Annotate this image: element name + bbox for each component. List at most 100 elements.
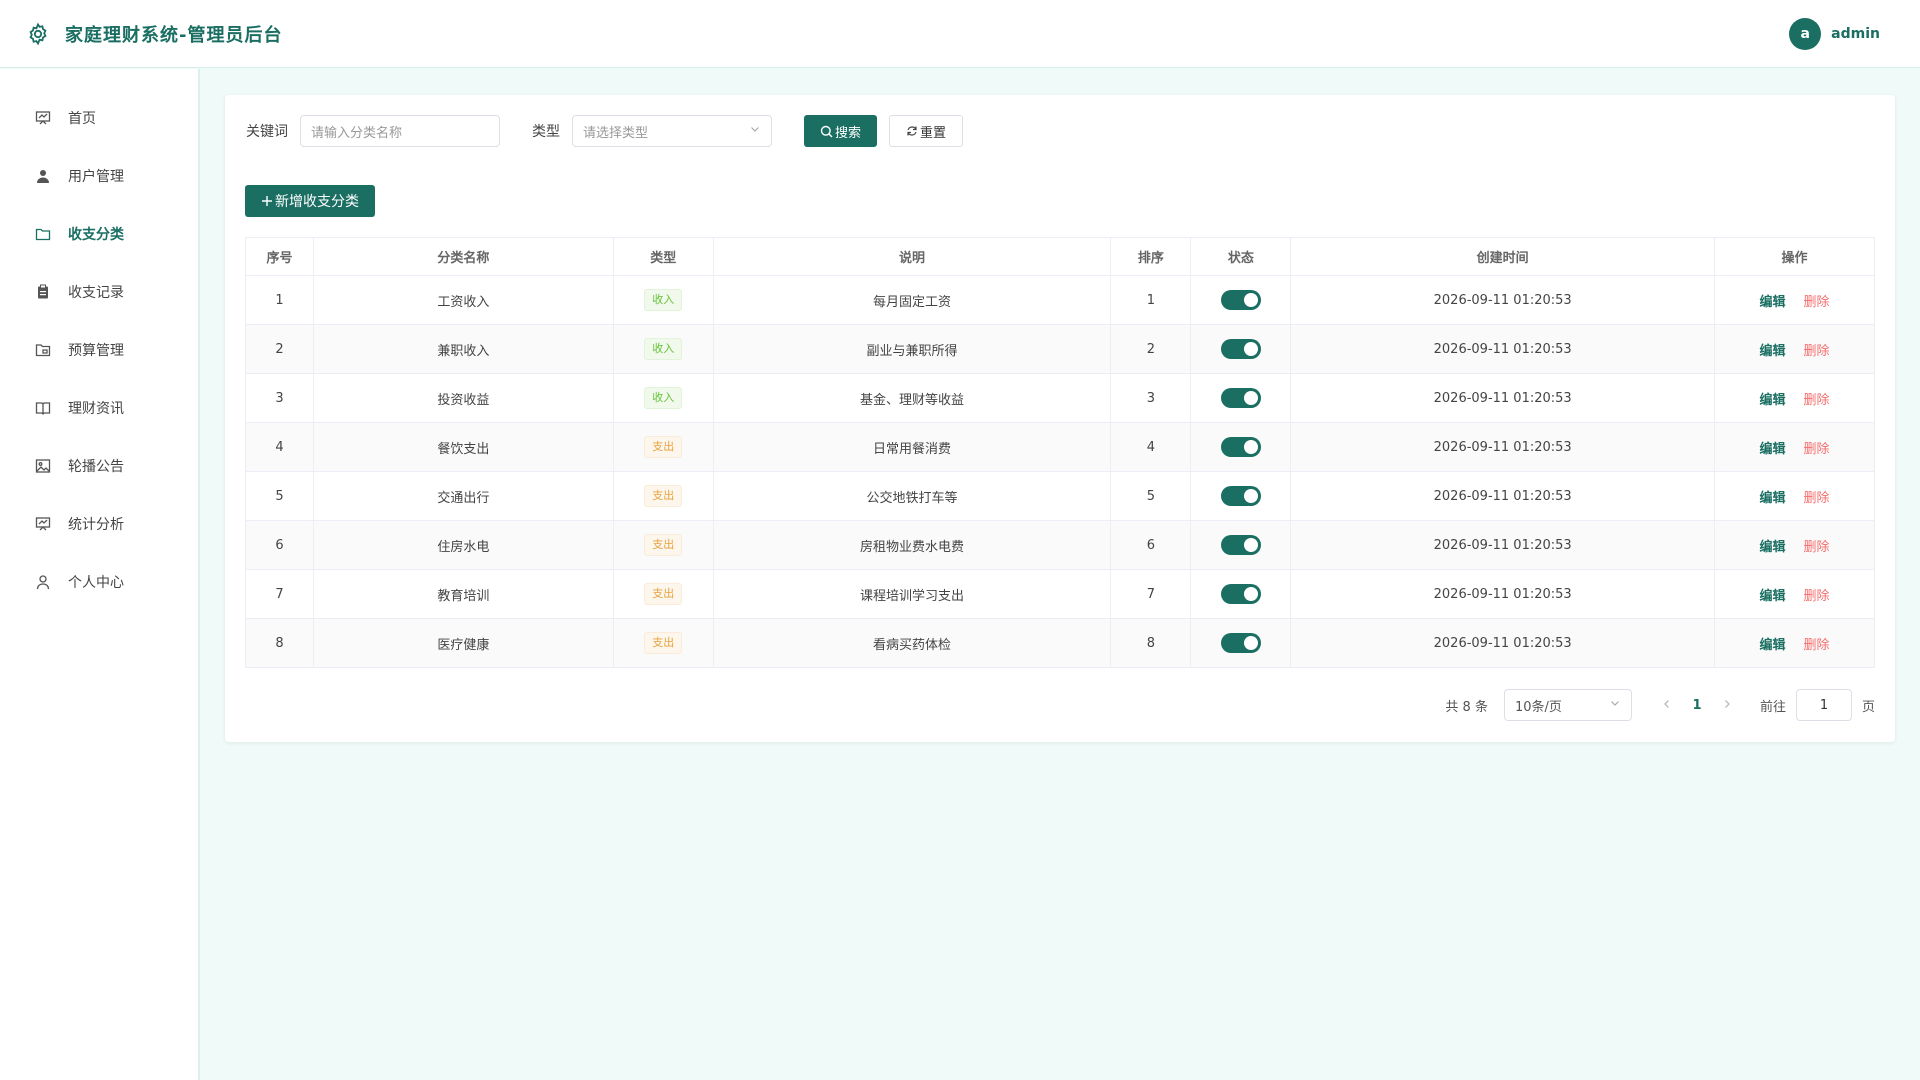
delete-button[interactable]: 删除	[1804, 589, 1830, 604]
goto-label: 前往	[1759, 699, 1786, 715]
status-toggle[interactable]	[1220, 388, 1261, 408]
status-toggle[interactable]	[1220, 339, 1261, 359]
edit-button[interactable]: 编辑	[1760, 589, 1786, 604]
add-category-label: 新增收支分类	[275, 194, 359, 210]
column-header-desc: 说明	[712, 237, 1112, 276]
sidebar-item-profile[interactable]: 个人中心	[0, 553, 198, 611]
page-size-select[interactable]: 10条/页	[1503, 689, 1632, 721]
brand: 家庭理财系统-管理员后台	[25, 21, 282, 47]
person-outline-icon	[34, 573, 52, 591]
username[interactable]: admin	[1831, 26, 1880, 42]
goto-page-input[interactable]	[1795, 689, 1852, 721]
cell-name: 工资收入	[313, 275, 614, 325]
cell-created: 2026-09-11 01:20:53	[1290, 471, 1716, 521]
status-toggle[interactable]	[1220, 486, 1261, 506]
status-toggle[interactable]	[1220, 437, 1261, 457]
cell-name: 兼职收入	[313, 324, 614, 374]
status-toggle[interactable]	[1220, 584, 1261, 604]
cell-index: 5	[245, 471, 314, 521]
next-page-button[interactable]	[1712, 698, 1742, 713]
keyword-input[interactable]: 请输入分类名称	[300, 115, 500, 147]
cell-sort: 6	[1110, 520, 1192, 570]
status-toggle[interactable]	[1220, 290, 1261, 310]
reset-button[interactable]: 重置	[889, 115, 964, 147]
table-row: 2 兼职收入 收入 副业与兼职所得 2 2026-09-11 01:20:53 编辑 删除	[245, 324, 1875, 374]
sidebar-item-statistics[interactable]: 统计分析	[0, 495, 198, 553]
sidebar-item-users[interactable]: 用户管理	[0, 147, 198, 205]
sidebar-item-label: 统计分析	[68, 517, 124, 533]
cell-desc: 每月固定工资	[713, 275, 1112, 325]
edit-button[interactable]: 编辑	[1760, 344, 1786, 359]
add-category-button[interactable]: 新增收支分类	[245, 185, 375, 217]
cell-sort: 3	[1110, 373, 1192, 423]
page-unit-label: 页	[1861, 699, 1875, 715]
pagination: 共 8 条 10条/页 1 前往 页	[1445, 689, 1875, 721]
edit-button[interactable]: 编辑	[1760, 442, 1786, 457]
keyword-placeholder: 请输入分类名称	[311, 125, 403, 141]
prev-page-button[interactable]	[1652, 698, 1682, 713]
cell-desc: 公交地铁打车等	[713, 471, 1112, 521]
edit-button[interactable]: 编辑	[1760, 638, 1786, 653]
edit-button[interactable]: 编辑	[1760, 540, 1786, 555]
delete-button[interactable]: 删除	[1804, 295, 1830, 310]
cell-status	[1190, 520, 1292, 570]
page-number-current[interactable]: 1	[1682, 698, 1712, 713]
delete-button[interactable]: 删除	[1804, 344, 1830, 359]
cell-status	[1190, 324, 1292, 374]
cell-desc: 日常用餐消费	[713, 422, 1112, 472]
avatar[interactable]: a	[1789, 18, 1822, 50]
cell-index: 3	[245, 373, 314, 423]
toggle-knob	[1243, 342, 1258, 356]
sidebar-item-carousel[interactable]: 轮播公告	[0, 437, 198, 495]
sidebar-item-news[interactable]: 理财资讯	[0, 379, 198, 437]
status-toggle[interactable]	[1220, 633, 1261, 653]
edit-button[interactable]: 编辑	[1760, 491, 1786, 506]
cell-sort: 8	[1110, 618, 1192, 668]
cell-actions: 编辑 删除	[1714, 373, 1875, 423]
type-select[interactable]: 请选择类型	[572, 115, 772, 147]
chevron-down-icon	[1609, 697, 1621, 713]
edit-button[interactable]: 编辑	[1760, 393, 1786, 408]
clipboard-icon	[34, 283, 52, 301]
delete-button[interactable]: 删除	[1804, 442, 1830, 457]
type-tag: 支出	[644, 534, 683, 556]
status-toggle[interactable]	[1220, 535, 1261, 555]
sidebar-item-categories[interactable]: 收支分类	[0, 205, 198, 263]
user-menu[interactable]: a admin	[1789, 18, 1880, 50]
cell-sort: 7	[1110, 569, 1192, 619]
toggle-knob	[1243, 440, 1258, 454]
cell-sort: 2	[1110, 324, 1192, 374]
search-button[interactable]: 搜索	[804, 115, 878, 147]
delete-button[interactable]: 删除	[1804, 393, 1830, 408]
sidebar-item-budget[interactable]: 预算管理	[0, 321, 198, 379]
delete-button[interactable]: 删除	[1804, 638, 1830, 653]
type-tag: 收入	[644, 387, 683, 409]
cell-type: 收入	[613, 275, 714, 325]
toggle-knob	[1243, 293, 1258, 307]
cell-type: 支出	[613, 618, 714, 668]
cell-status	[1190, 471, 1292, 521]
sidebar-item-records[interactable]: 收支记录	[0, 263, 198, 321]
category-table: 序号 分类名称 类型 说明 排序 状态 创建时间 操作 1 工资收入 收入 每月固定工…	[245, 237, 1875, 668]
table-row: 6 住房水电 支出 房租物业费水电费 6 2026-09-11 01:20:53 编辑 删除	[245, 520, 1875, 570]
search-icon	[820, 125, 833, 138]
cell-created: 2026-09-11 01:20:53	[1290, 520, 1716, 570]
toggle-knob	[1243, 538, 1258, 552]
delete-button[interactable]: 删除	[1804, 491, 1830, 506]
cell-created: 2026-09-11 01:20:53	[1290, 324, 1716, 374]
sidebar-item-home[interactable]: 首页	[0, 89, 198, 147]
column-header-actions: 操作	[1714, 237, 1875, 276]
cell-desc: 看病买药体检	[713, 618, 1112, 668]
cell-actions: 编辑 删除	[1714, 324, 1875, 374]
cell-status	[1190, 373, 1292, 423]
folder-icon	[34, 225, 52, 243]
app-title: 家庭理财系统-管理员后台	[65, 24, 283, 46]
type-tag: 收入	[644, 289, 683, 311]
delete-button[interactable]: 删除	[1804, 540, 1830, 555]
cell-type: 收入	[613, 373, 714, 423]
cell-actions: 编辑 删除	[1714, 422, 1875, 472]
cell-created: 2026-09-11 01:20:53	[1290, 618, 1716, 668]
edit-button[interactable]: 编辑	[1760, 295, 1786, 310]
column-header-name: 分类名称	[312, 237, 614, 276]
filter-bar: 关键词 请输入分类名称 类型 请选择类型 搜索 重置	[246, 115, 964, 147]
